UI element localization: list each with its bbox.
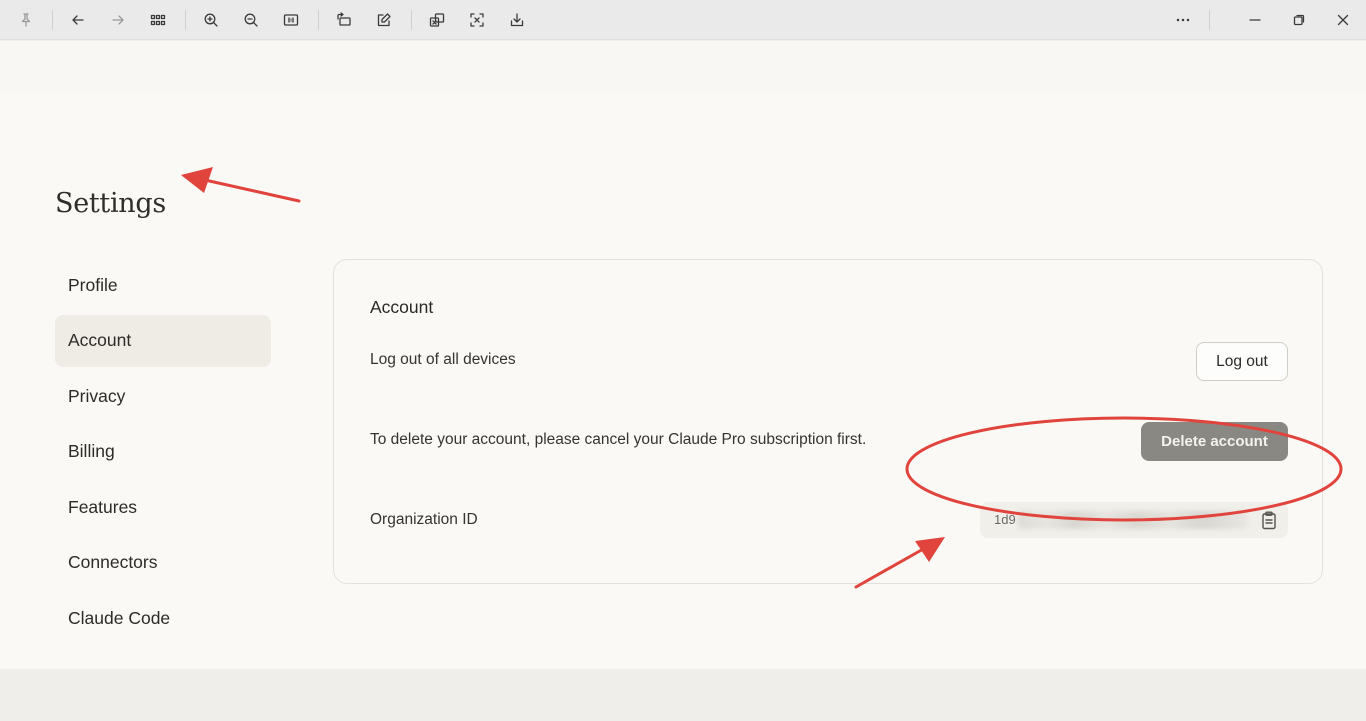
close-icon[interactable]: [1330, 7, 1356, 33]
clipboard-icon[interactable]: [1260, 510, 1278, 530]
account-card: Account Log out of all devices Log out T…: [333, 259, 1323, 584]
sidebar-item-account[interactable]: Account: [55, 314, 271, 367]
viewer-toolbar: [0, 0, 1366, 40]
actual-size-icon[interactable]: [278, 7, 304, 33]
toolbar-divider: [1209, 10, 1210, 30]
crop-icon[interactable]: [464, 7, 490, 33]
screenshot-canvas: Settings Profile Account Privacy Billing…: [0, 41, 1366, 721]
sidebar-item-privacy[interactable]: Privacy: [55, 370, 271, 422]
sidebar-item-billing[interactable]: Billing: [55, 426, 271, 478]
screenshot-bottom-band: [0, 669, 1366, 721]
edit-icon[interactable]: [371, 7, 397, 33]
delete-account-button[interactable]: Delete account: [1141, 422, 1288, 461]
sidebar-item-profile[interactable]: Profile: [55, 259, 271, 311]
settings-sidebar: Profile Account Privacy Billing Features…: [55, 259, 271, 648]
compare-icon[interactable]: [424, 7, 450, 33]
sidebar-item-features[interactable]: Features: [55, 481, 271, 533]
toolbar-divider: [318, 10, 319, 30]
organization-id-value: 1d9: [994, 512, 1016, 527]
toolbar-divider: [52, 10, 53, 30]
grid-view-icon[interactable]: [145, 7, 171, 33]
redacted-blur: [1018, 511, 1248, 529]
back-arrow-icon[interactable]: [65, 7, 91, 33]
zoom-out-icon[interactable]: [238, 7, 264, 33]
more-icon[interactable]: [1170, 7, 1196, 33]
save-icon[interactable]: [504, 7, 530, 33]
logout-all-label: Log out of all devices: [370, 351, 516, 368]
forward-arrow-icon[interactable]: [105, 7, 131, 33]
sidebar-item-claude-code[interactable]: Claude Code: [55, 592, 271, 644]
logout-button[interactable]: Log out: [1196, 342, 1288, 381]
page-title: Settings: [55, 188, 166, 219]
settings-page: Settings Profile Account Privacy Billing…: [0, 91, 1366, 669]
toolbar-divider: [185, 10, 186, 30]
screenshot-top-band: [0, 41, 1366, 91]
pin-icon[interactable]: [13, 7, 39, 33]
restore-icon[interactable]: [1286, 7, 1312, 33]
organization-id-label: Organization ID: [370, 511, 478, 528]
organization-id-field: 1d9: [980, 502, 1288, 538]
rotate-icon[interactable]: [331, 7, 357, 33]
minimize-icon[interactable]: [1242, 7, 1268, 33]
delete-account-label: To delete your account, please cancel yo…: [370, 431, 867, 448]
toolbar-divider: [411, 10, 412, 30]
zoom-in-icon[interactable]: [198, 7, 224, 33]
account-section-title: Account: [370, 297, 434, 317]
sidebar-item-connectors[interactable]: Connectors: [55, 537, 271, 589]
